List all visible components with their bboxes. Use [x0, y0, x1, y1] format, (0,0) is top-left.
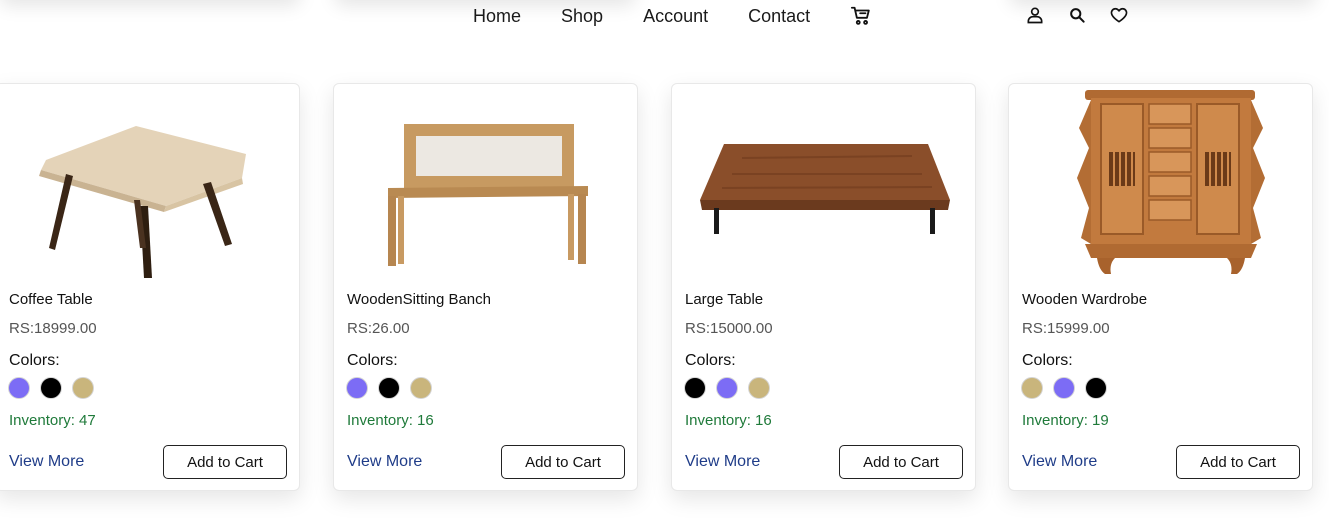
inventory-status: Inventory: 47 [9, 412, 96, 429]
product-card: Large Table RS:15000.00 Colors: Inventor… [671, 83, 976, 491]
search-icon[interactable] [1067, 4, 1087, 26]
view-more-link[interactable]: View More [1022, 453, 1097, 471]
product-title[interactable]: Large Table [685, 291, 763, 308]
colors-label: Colors: [9, 352, 60, 369]
inventory-label: Inventory: [347, 412, 413, 429]
product-price: RS:15999.00 [1022, 320, 1110, 337]
inventory-count: 47 [79, 412, 96, 429]
inventory-count: 16 [417, 412, 434, 429]
page: Home Shop Account Contact Coffee Table R… [0, 0, 1329, 529]
header-icons [1025, 4, 1129, 26]
add-to-cart-button[interactable]: Add to Cart [501, 445, 625, 479]
cart-icon[interactable] [850, 5, 872, 27]
color-swatch-purple[interactable] [346, 377, 368, 399]
view-more-link[interactable]: View More [685, 453, 760, 471]
product-price: RS:26.00 [347, 320, 410, 337]
product-card: WoodenSitting Banch RS:26.00 Colors: Inv… [333, 83, 638, 491]
color-swatch-purple[interactable] [716, 377, 738, 399]
color-swatch-black[interactable] [684, 377, 706, 399]
color-swatch-black[interactable] [378, 377, 400, 399]
add-to-cart-button[interactable]: Add to Cart [163, 445, 287, 479]
product-title[interactable]: WoodenSitting Banch [347, 291, 491, 308]
nav-home[interactable]: Home [473, 4, 521, 28]
color-swatches [1021, 377, 1107, 399]
color-swatch-tan[interactable] [72, 377, 94, 399]
nav-contact[interactable]: Contact [748, 4, 810, 28]
inventory-count: 16 [755, 412, 772, 429]
main-nav: Home Shop Account Contact [473, 4, 872, 28]
nav-account[interactable]: Account [643, 4, 708, 28]
product-title[interactable]: Wooden Wardrobe [1022, 291, 1147, 308]
colors-label: Colors: [685, 352, 736, 369]
inventory-status: Inventory: 19 [1022, 412, 1109, 429]
color-swatches [8, 377, 94, 399]
add-to-cart-button[interactable]: Add to Cart [1176, 445, 1300, 479]
color-swatches [346, 377, 432, 399]
product-card: Wooden Wardrobe RS:15999.00 Colors: Inve… [1008, 83, 1313, 491]
inventory-count: 19 [1092, 412, 1109, 429]
color-swatch-purple[interactable] [8, 377, 30, 399]
inventory-label: Inventory: [9, 412, 75, 429]
coffee-table-image[interactable] [6, 88, 289, 278]
view-more-link[interactable]: View More [9, 453, 84, 471]
nav-shop[interactable]: Shop [561, 4, 603, 28]
wardrobe-image[interactable] [1019, 88, 1302, 278]
inventory-label: Inventory: [1022, 412, 1088, 429]
product-price: RS:15000.00 [685, 320, 773, 337]
large-table-image[interactable] [682, 88, 965, 278]
color-swatch-black[interactable] [1085, 377, 1107, 399]
color-swatches [684, 377, 770, 399]
product-price: RS:18999.00 [9, 320, 97, 337]
colors-label: Colors: [347, 352, 398, 369]
add-to-cart-button[interactable]: Add to Cart [839, 445, 963, 479]
inventory-status: Inventory: 16 [685, 412, 772, 429]
colors-label: Colors: [1022, 352, 1073, 369]
product-title[interactable]: Coffee Table [9, 291, 93, 308]
user-icon[interactable] [1025, 4, 1045, 26]
color-swatch-tan[interactable] [1021, 377, 1043, 399]
bench-image[interactable] [344, 88, 627, 278]
view-more-link[interactable]: View More [347, 453, 422, 471]
inventory-status: Inventory: 16 [347, 412, 434, 429]
color-swatch-tan[interactable] [748, 377, 770, 399]
heart-icon[interactable] [1109, 4, 1129, 26]
inventory-label: Inventory: [685, 412, 751, 429]
color-swatch-black[interactable] [40, 377, 62, 399]
color-swatch-purple[interactable] [1053, 377, 1075, 399]
color-swatch-tan[interactable] [410, 377, 432, 399]
product-card: Coffee Table RS:18999.00 Colors: Invento… [0, 83, 300, 491]
